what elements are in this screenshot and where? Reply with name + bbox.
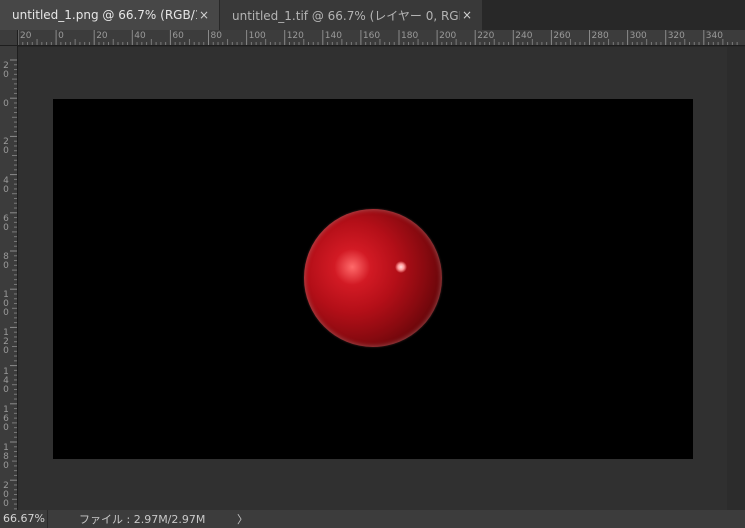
ruler-h-label: 220 [477,31,495,41]
ruler-v-label: 160 [3,404,9,433]
status-bar: 66.67% ファイル : 2.97M/2.97M 〉 [0,510,745,528]
ruler-h-label: 320 [667,31,685,41]
file-size-info: ファイル : 2.97M/2.97M [79,513,206,526]
vertical-ruler[interactable]: 20020406080100120140160180200 [0,46,18,510]
tab-label: untitled_1.tif @ 66.7% (レイヤー 0, RGB/8#) [232,8,460,23]
document-canvas[interactable] [53,99,693,459]
document-tab-bar: untitled_1.png @ 66.7% (RGB/16) × untitl… [0,0,745,30]
ruler-h-label: 300 [629,31,647,41]
ruler-v-label: 20 [3,61,9,80]
close-tab-icon[interactable]: × [460,8,474,22]
ruler-h-label: 160 [362,31,381,41]
ruler-h-label: 80 [210,31,222,41]
ruler-v-label: 200 [3,481,9,510]
ruler-h-label: 0 [58,31,64,41]
ruler-h-label: 60 [172,31,184,41]
ruler-v-label: 120 [3,328,9,357]
ruler-h-label: 260 [553,31,571,41]
ruler-v-label: 180 [3,443,9,471]
ruler-h-label: 40 [134,31,146,41]
tab-untitled-png[interactable]: untitled_1.png @ 66.7% (RGB/16) × [0,0,219,30]
tab-untitled-tif[interactable]: untitled_1.tif @ 66.7% (レイヤー 0, RGB/8#) … [220,0,482,30]
ruler-h-label: 240 [515,31,533,41]
ruler-v-label: 60 [3,213,9,233]
ruler-h-label: 180 [401,31,419,41]
ruler-v-label: 100 [3,290,9,319]
specular-highlight [395,261,407,273]
ruler-h-label: 200 [439,31,457,41]
ruler-h-label: 20 [20,31,32,41]
ruler-v-label: 140 [3,366,9,395]
ruler-v-label: 20 [3,137,9,157]
ruler-h-label: 340 [705,31,723,41]
ruler-h-label: 100 [248,31,266,41]
ruler-h-label: 140 [324,31,342,41]
ruler-origin[interactable] [0,30,18,46]
horizontal-ruler[interactable]: 20 0 20 40 60 80 100 120 140 160 180 200 220 240 260 28… [18,30,745,46]
ruler-v-label: 80 [3,252,9,271]
status-menu-arrow-icon[interactable]: 〉 [237,511,248,527]
red-sphere-image [304,209,442,347]
vertical-scrollbar[interactable] [727,47,745,510]
tab-label: untitled_1.png @ 66.7% (RGB/16) [12,8,197,22]
zoom-level-field[interactable]: 66.67% [0,510,48,528]
ruler-v-label: 0 [3,99,9,110]
ruler-h-label: 280 [591,31,609,41]
ruler-h-label: 20 [96,31,108,41]
close-tab-icon[interactable]: × [197,8,211,22]
ruler-v-label: 40 [3,175,9,195]
ruler-h-label: 120 [286,31,304,41]
